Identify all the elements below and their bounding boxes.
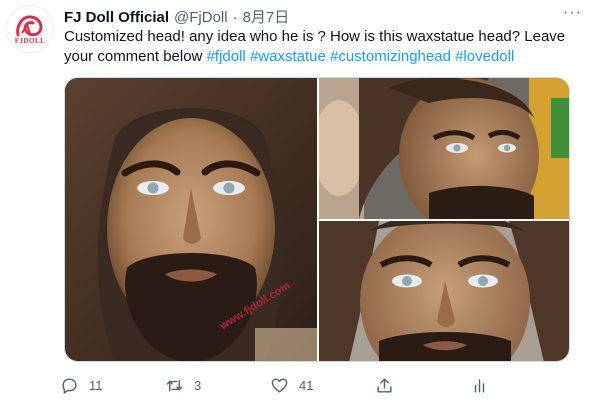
hashtag-link[interactable]: #waxstatue <box>250 48 326 65</box>
author-name[interactable]: FJ Doll Official <box>64 9 169 26</box>
avatar-logo-text: FJDOLL <box>14 37 46 45</box>
retweet-count: 3 <box>194 377 202 393</box>
tweet-header: FJ Doll Official @FjDoll · 8月7日 <box>64 6 289 27</box>
hashtag-link[interactable]: #customizinghead <box>330 48 451 65</box>
retweet-icon <box>166 379 183 391</box>
share-icon <box>377 377 392 393</box>
reply-count: 11 <box>89 377 103 393</box>
header-separator: · <box>232 9 238 26</box>
tweet-text: Customized head! any idea who he is ? Ho… <box>64 27 574 67</box>
photo-front-view-image <box>65 78 317 361</box>
action-bar: 11 3 41 <box>60 372 500 398</box>
photo-closeup-view[interactable] <box>319 221 569 361</box>
analytics-icon <box>474 378 485 393</box>
like-button[interactable]: 41 <box>270 376 375 395</box>
reply-button[interactable]: 11 <box>60 376 165 395</box>
photo-front-view[interactable]: www.fjdoll.com <box>65 78 317 361</box>
photo-side-view[interactable] <box>319 78 569 219</box>
media-grid: www.fjdoll.com <box>64 77 570 362</box>
share-button[interactable] <box>375 376 470 395</box>
more-options-icon[interactable]: ··· <box>563 4 582 22</box>
photo-closeup-view-image <box>319 221 569 361</box>
fjdoll-logo-icon <box>16 15 43 37</box>
heart-icon <box>271 377 288 393</box>
hashtag-link[interactable]: #fjdoll <box>207 48 246 65</box>
hashtag-link[interactable]: #lovedoll <box>455 48 514 65</box>
like-count: 41 <box>299 377 314 393</box>
tweet-date[interactable]: 8月7日 <box>243 6 290 27</box>
avatar[interactable]: FJDOLL <box>6 5 54 53</box>
author-handle[interactable]: @FjDoll <box>174 9 228 26</box>
tweet-card[interactable]: FJDOLL FJ Doll Official @FjDoll · 8月7日 ·… <box>0 0 596 409</box>
analytics-button[interactable] <box>470 376 489 395</box>
retweet-button[interactable]: 3 <box>165 376 270 395</box>
photo-side-view-image <box>319 78 569 219</box>
reply-icon <box>62 377 77 394</box>
